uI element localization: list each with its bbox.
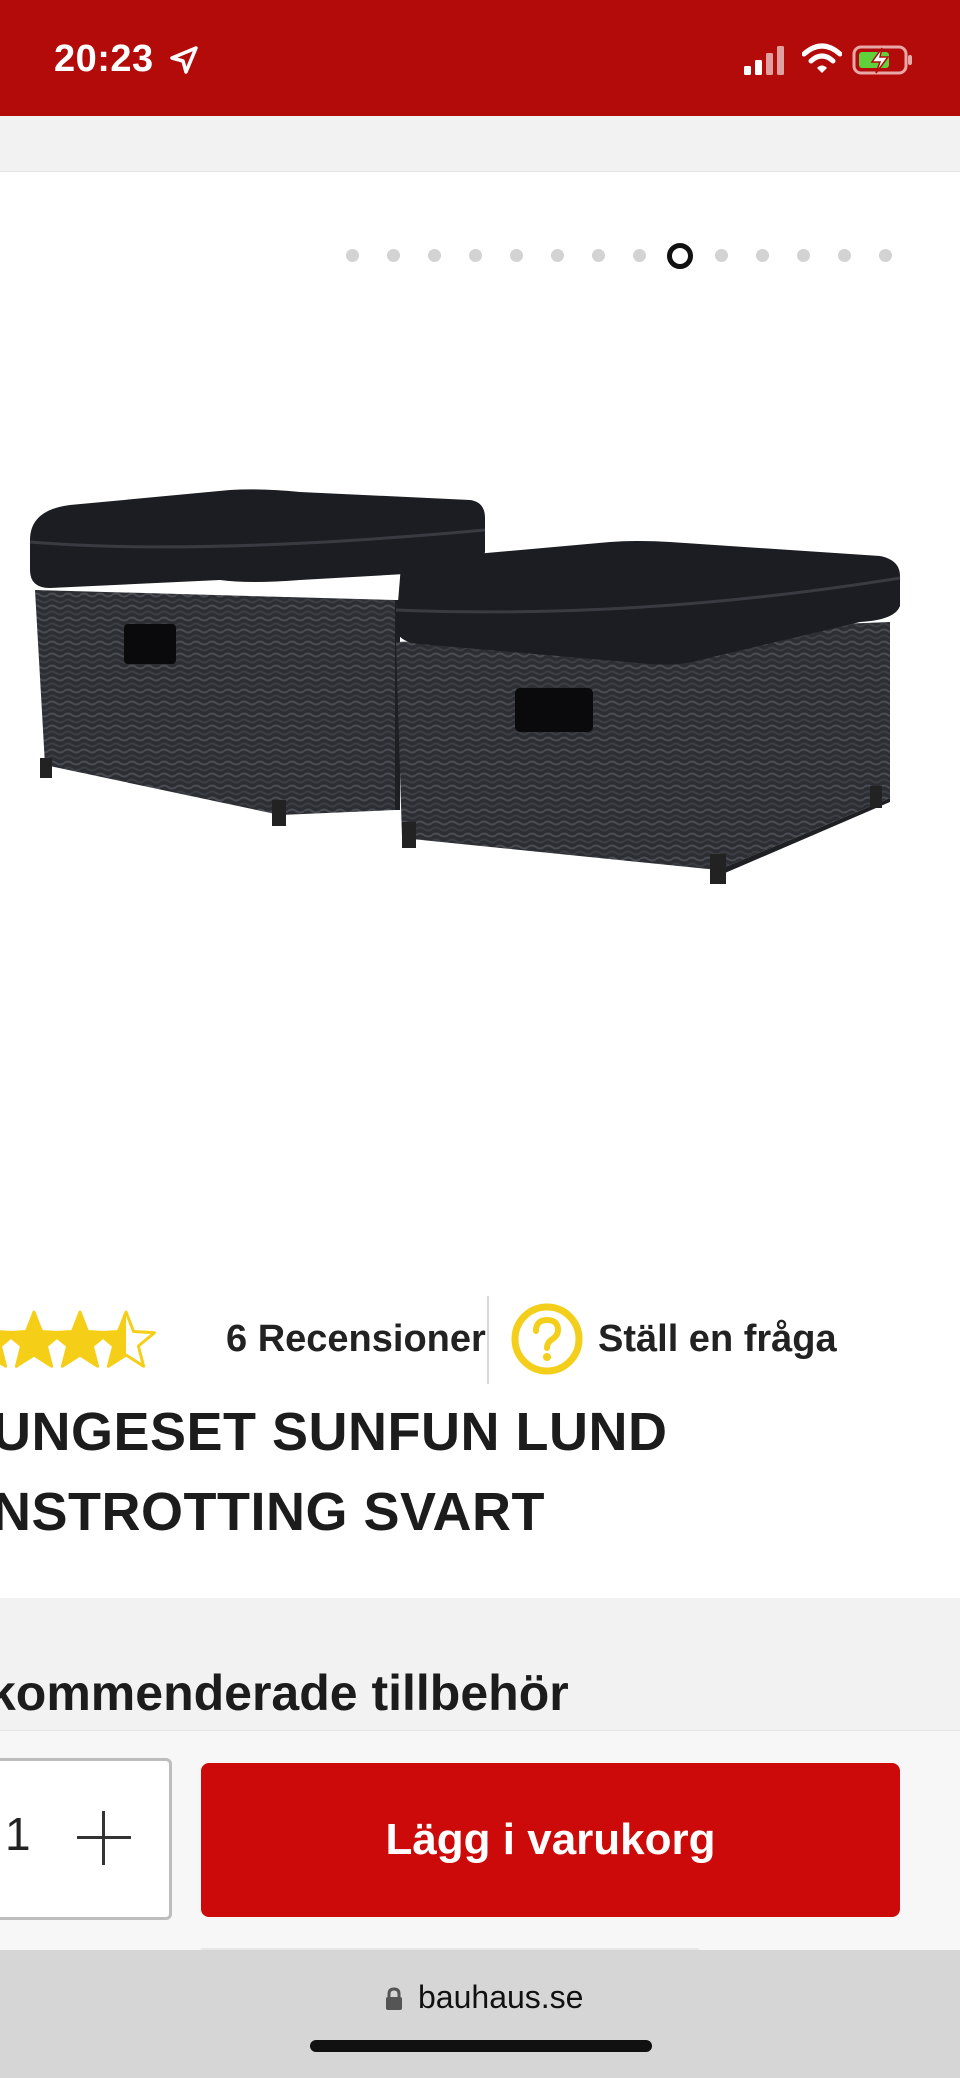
star-icon <box>96 1310 156 1368</box>
plus-icon[interactable] <box>77 1811 131 1865</box>
carousel-dot[interactable] <box>632 249 646 262</box>
carousel-dot[interactable] <box>837 249 851 262</box>
product-title-line: UNGESET SUNFUN LUND <box>0 1402 668 1462</box>
battery-charging-icon <box>852 45 912 75</box>
star-icon <box>4 1310 64 1368</box>
carousel-dot[interactable] <box>345 249 359 262</box>
product-image[interactable] <box>0 460 960 940</box>
carousel-dot-active[interactable] <box>667 243 693 269</box>
carousel-dot[interactable] <box>591 249 605 262</box>
divider <box>487 1296 489 1384</box>
ottoman-right <box>395 541 901 884</box>
carousel-dot[interactable] <box>878 249 892 262</box>
accessories-heading: kommenderade tillbehör <box>0 1665 569 1721</box>
lock-icon <box>386 1987 402 2010</box>
wifi-icon <box>802 43 842 73</box>
cellular-signal-icon <box>744 46 784 75</box>
product-title: UNGESET SUNFUN LUND NSTROTTING SVART <box>0 1392 960 1552</box>
ask-question-link[interactable]: Ställ en fråga <box>598 1318 837 1361</box>
url-text[interactable]: bauhaus.se <box>418 1979 583 2016</box>
quantity-stepper[interactable]: 1 <box>0 1758 172 1920</box>
location-arrow-icon <box>170 46 198 74</box>
carousel-dot[interactable] <box>468 249 482 262</box>
add-to-cart-button[interactable]: Lägg i varukorg <box>201 1763 900 1917</box>
star-rating-icon[interactable] <box>0 1300 210 1380</box>
rating-row: 6 Recensioner Ställ en fråga <box>0 1296 960 1384</box>
page-header-bar <box>0 116 960 172</box>
carousel-dot[interactable] <box>386 249 400 262</box>
status-bar: 20:23 <box>0 0 960 116</box>
carousel-dot[interactable] <box>714 249 728 262</box>
question-icon[interactable] <box>510 1302 584 1376</box>
star-icon <box>50 1310 110 1368</box>
carousel-dot[interactable] <box>755 249 769 262</box>
reviews-link[interactable]: 6 Recensioner <box>226 1318 486 1361</box>
product-title-line: NSTROTTING SVART <box>0 1482 545 1542</box>
status-time: 20:23 <box>54 38 154 80</box>
image-carousel-dots[interactable] <box>0 243 960 269</box>
home-indicator[interactable] <box>310 2040 652 2052</box>
carousel-dot[interactable] <box>427 249 441 262</box>
quantity-value[interactable]: 1 <box>5 1807 31 1861</box>
carousel-dot[interactable] <box>796 249 810 262</box>
carousel-dot[interactable] <box>509 249 523 262</box>
carousel-dot[interactable] <box>550 249 564 262</box>
